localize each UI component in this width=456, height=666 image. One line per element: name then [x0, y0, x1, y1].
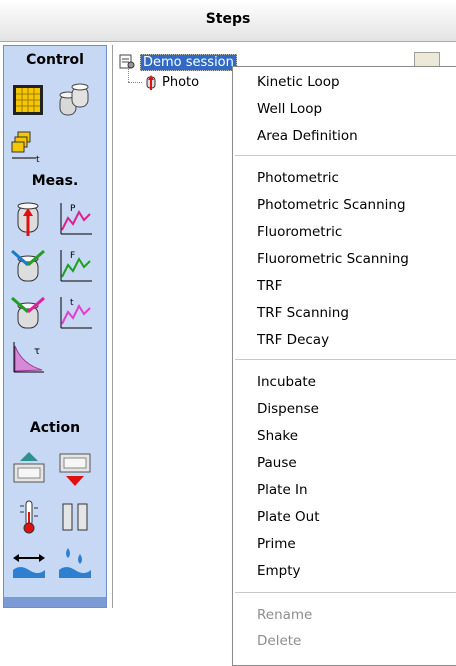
- wells-icon[interactable]: [56, 81, 94, 119]
- fluorometric-icon[interactable]: [10, 247, 48, 285]
- tree-root-label[interactable]: Demo session: [140, 53, 237, 71]
- menu-item-incubate[interactable]: Incubate: [257, 374, 316, 390]
- menu-item-trf-scanning[interactable]: TRF Scanning: [257, 305, 349, 321]
- menu-item-fluorometric-scanning[interactable]: Fluorometric Scanning: [257, 251, 409, 267]
- menu-item-kinetic-loop[interactable]: Kinetic Loop: [257, 74, 340, 90]
- tree-root-node[interactable]: Demo session: [119, 53, 237, 71]
- menu-item-photometric[interactable]: Photometric: [257, 170, 339, 186]
- menu-separator: [235, 592, 456, 594]
- dispense-icon[interactable]: [56, 544, 94, 582]
- trf-decay-icon[interactable]: τ: [10, 338, 48, 376]
- menu-item-pause[interactable]: Pause: [257, 455, 297, 471]
- menu-separator: [235, 359, 456, 361]
- trf-scan-icon[interactable]: t: [56, 294, 94, 332]
- photometric-scan-letter: P: [70, 204, 76, 214]
- photometric-scan-icon[interactable]: P: [56, 200, 94, 238]
- menu-item-photometric-scanning[interactable]: Photometric Scanning: [257, 197, 406, 213]
- tree-child-node[interactable]: Photo: [144, 73, 199, 91]
- menu-item-fluorometric[interactable]: Fluorometric: [257, 224, 342, 240]
- toolbox-bottom-strip: [4, 597, 106, 607]
- pause-icon[interactable]: [56, 498, 94, 536]
- menu-item-delete: Delete: [257, 633, 302, 649]
- tree-connector: [128, 69, 129, 82]
- menu-item-area-definition[interactable]: Area Definition: [257, 128, 358, 144]
- trf-icon[interactable]: [10, 294, 48, 332]
- plate-in-icon[interactable]: [10, 450, 48, 488]
- shake-icon[interactable]: [10, 544, 48, 582]
- kinetic-loop-icon[interactable]: t: [10, 128, 48, 166]
- tree-connector: [128, 82, 142, 83]
- context-menu: Kinetic Loop Well Loop Area Definition P…: [232, 66, 456, 666]
- decay-letter: τ: [34, 346, 40, 357]
- kinetic-letter: t: [36, 155, 40, 165]
- photometric-icon[interactable]: [10, 200, 48, 238]
- menu-item-plate-out[interactable]: Plate Out: [257, 509, 320, 525]
- tree-child-label[interactable]: Photo: [162, 75, 199, 90]
- menu-item-trf-decay[interactable]: TRF Decay: [257, 332, 329, 348]
- trf-scan-letter: t: [70, 298, 74, 308]
- plate-out-icon[interactable]: [56, 450, 94, 488]
- control-section-label: Control: [26, 52, 84, 68]
- steps-panel-header: Steps: [0, 0, 456, 42]
- steps-title: Steps: [205, 11, 251, 27]
- photometric-step-icon: [146, 75, 156, 90]
- step-toolbox: Control t Meas. P F t τ Action: [3, 45, 107, 608]
- menu-item-empty[interactable]: Empty: [257, 563, 301, 579]
- fluorometric-scan-letter: F: [70, 251, 75, 261]
- menu-item-trf[interactable]: TRF: [257, 278, 282, 294]
- meas-section-label: Meas.: [31, 173, 79, 189]
- session-icon: [119, 54, 135, 69]
- thermometer-icon[interactable]: [10, 498, 48, 536]
- menu-item-prime[interactable]: Prime: [257, 536, 296, 552]
- menu-item-well-loop[interactable]: Well Loop: [257, 101, 322, 117]
- action-section-label: Action: [29, 420, 81, 436]
- plate-grid-icon[interactable]: [10, 81, 48, 119]
- fluorometric-scan-icon[interactable]: F: [56, 247, 94, 285]
- menu-separator: [235, 155, 456, 157]
- menu-item-plate-in[interactable]: Plate In: [257, 482, 308, 498]
- menu-item-dispense[interactable]: Dispense: [257, 401, 319, 417]
- menu-item-rename: Rename: [257, 607, 313, 623]
- menu-item-shake[interactable]: Shake: [257, 428, 298, 444]
